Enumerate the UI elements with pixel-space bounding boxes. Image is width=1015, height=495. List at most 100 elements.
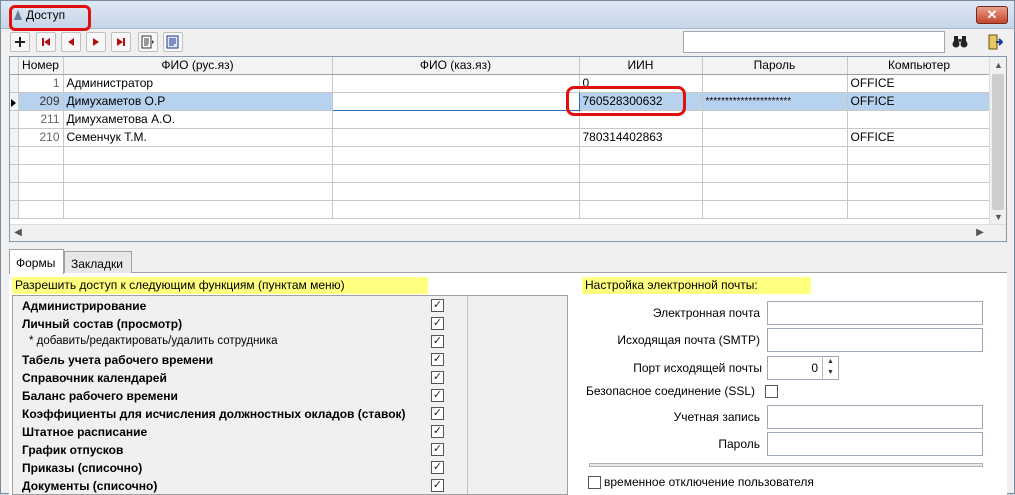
perm-label-work-balance: Баланс рабочего времени xyxy=(22,389,178,403)
email-field[interactable] xyxy=(767,301,983,325)
users-grid: Номер ФИО (рус.яз) ФИО (каз.яз) ИИН Паро… xyxy=(9,56,1007,242)
perm-checkbox-orders[interactable]: ✓ xyxy=(431,461,444,474)
empty-row xyxy=(10,164,992,183)
ssl-checkbox[interactable] xyxy=(765,385,778,398)
scroll-thumb[interactable] xyxy=(992,74,1004,210)
disable-user-checkbox[interactable] xyxy=(588,476,601,489)
table-row[interactable]: 1 Администратор 0 OFFICE xyxy=(10,74,992,93)
account-label: Учетная запись xyxy=(673,410,760,424)
last-record-button[interactable] xyxy=(111,32,131,52)
cell-password xyxy=(702,74,848,93)
search-input[interactable] xyxy=(683,31,945,53)
find-button[interactable] xyxy=(950,32,970,52)
last-record-icon xyxy=(117,38,125,46)
perm-label-staff-view: Личный состав (просмотр) xyxy=(22,317,183,331)
tab-bookmarks[interactable]: Закладки xyxy=(64,251,132,273)
vertical-scrollbar[interactable]: ▲ ▼ xyxy=(989,57,1006,225)
edit-icon xyxy=(166,35,179,49)
close-button[interactable]: ✕ xyxy=(976,6,1008,24)
email-label: Электронная почта xyxy=(652,306,760,320)
perm-checkbox-documents[interactable]: ✓ xyxy=(431,479,444,492)
tab-forms[interactable]: Формы xyxy=(9,249,64,274)
port-spinner[interactable]: ▲ ▼ xyxy=(822,356,838,380)
smtp-field[interactable] xyxy=(767,328,983,352)
perm-label-documents: Документы (списочно) xyxy=(22,479,158,493)
current-row-arrow-icon xyxy=(11,99,16,107)
permissions-heading: Разрешить доступ к следующим функциям (п… xyxy=(12,277,428,294)
scroll-right-icon[interactable]: ▶ xyxy=(972,225,988,241)
perm-checkbox-staff-edit[interactable]: ✓ xyxy=(431,335,444,348)
scroll-up-icon[interactable]: ▲ xyxy=(990,57,1006,73)
cell-fio-kz-editor[interactable] xyxy=(331,91,580,111)
perm-checkbox-work-balance[interactable]: ✓ xyxy=(431,389,444,402)
row-indicator xyxy=(10,74,19,93)
add-button[interactable] xyxy=(10,32,30,52)
perm-checkbox-coefficients[interactable]: ✓ xyxy=(431,407,444,420)
edit-button[interactable] xyxy=(163,32,183,52)
column-header-iin[interactable]: ИИН xyxy=(579,57,703,75)
separator xyxy=(589,463,983,467)
close-icon: ✕ xyxy=(986,7,998,22)
access-window: Доступ ✕ Номер ФИО (рус.яз) ФИО (каз.яз)… xyxy=(0,0,1015,495)
first-record-button[interactable] xyxy=(36,32,56,52)
scroll-down-icon[interactable]: ▼ xyxy=(990,209,1006,225)
cell-number: 211 xyxy=(18,110,64,129)
spin-up-icon[interactable]: ▲ xyxy=(823,356,838,367)
scroll-left-icon[interactable]: ◀ xyxy=(10,225,26,241)
row-indicator xyxy=(10,128,19,147)
prev-record-button[interactable] xyxy=(61,32,81,52)
cell-number: 1 xyxy=(18,74,64,93)
perm-label-orders: Приказы (списочно) xyxy=(22,461,143,475)
perm-label-administration: Администрирование xyxy=(22,299,147,313)
binoculars-icon xyxy=(952,36,968,48)
exit-door-icon xyxy=(988,34,1003,50)
cell-computer: OFFICE xyxy=(847,128,992,147)
table-row[interactable]: 211 Димухаметова А.О. xyxy=(10,110,992,129)
account-field[interactable] xyxy=(767,405,983,429)
cell-computer: OFFICE xyxy=(847,92,992,111)
empty-row xyxy=(10,146,992,165)
next-record-button[interactable] xyxy=(86,32,106,52)
cell-iin: 780314402863 xyxy=(579,128,703,147)
cell-computer: OFFICE xyxy=(847,74,992,93)
cell-password xyxy=(702,110,848,129)
port-label: Порт исходящей почты xyxy=(633,361,762,375)
cell-fio-ru: Димухаметов О.Р xyxy=(63,92,333,111)
perm-checkbox-staffing[interactable]: ✓ xyxy=(431,425,444,438)
empty-row xyxy=(10,182,992,201)
password-field[interactable] xyxy=(767,432,983,456)
exit-button[interactable] xyxy=(985,32,1005,52)
perm-checkbox-calendars[interactable]: ✓ xyxy=(431,371,444,384)
perm-checkbox-staff-view[interactable]: ✓ xyxy=(431,317,444,330)
report-icon xyxy=(141,35,154,49)
first-record-icon xyxy=(42,38,50,46)
cell-number: 210 xyxy=(18,128,64,147)
cell-fio-kz xyxy=(332,110,580,129)
perm-checkbox-administration[interactable]: ✓ xyxy=(431,299,444,312)
column-header-number[interactable]: Номер xyxy=(18,57,64,75)
row-indicator xyxy=(10,110,19,129)
perm-label-timesheet: Табель учета рабочего времени xyxy=(22,353,214,367)
column-header-password[interactable]: Пароль xyxy=(702,57,848,75)
spin-down-icon[interactable]: ▼ xyxy=(823,367,838,378)
cell-number: 209 xyxy=(18,92,64,111)
annotation-highlight-iin xyxy=(566,86,686,116)
cell-fio-kz xyxy=(332,128,580,147)
ssl-label: Безопасное соединение (SSL) xyxy=(586,384,756,398)
column-header-fio-ru[interactable]: ФИО (рус.яз) xyxy=(63,57,333,75)
permissions-list: Администрирование ✓ Личный состав (просм… xyxy=(12,295,568,495)
toolbar xyxy=(1,29,1014,55)
perm-checkbox-timesheet[interactable]: ✓ xyxy=(431,353,444,366)
smtp-label: Исходящая почта (SMTP) xyxy=(617,333,760,347)
table-row-selected[interactable]: 209 Димухаметов О.Р 760528300632 *******… xyxy=(10,91,992,111)
empty-row xyxy=(10,200,992,219)
cell-fio-ru: Димухаметова А.О. xyxy=(63,110,333,129)
perm-checkbox-vacation[interactable]: ✓ xyxy=(431,443,444,456)
column-header-fio-kz[interactable]: ФИО (каз.яз) xyxy=(332,57,580,75)
column-header-computer[interactable]: Компьютер xyxy=(847,57,992,75)
horizontal-scrollbar[interactable]: ◀ ▶ xyxy=(10,224,1006,241)
table-row[interactable]: 210 Семенчук Т.М. 780314402863 OFFICE xyxy=(10,128,992,147)
cell-fio-ru: Администратор xyxy=(63,74,333,93)
perm-label-calendars: Справочник календарей xyxy=(22,371,167,385)
report-button[interactable] xyxy=(138,32,158,52)
